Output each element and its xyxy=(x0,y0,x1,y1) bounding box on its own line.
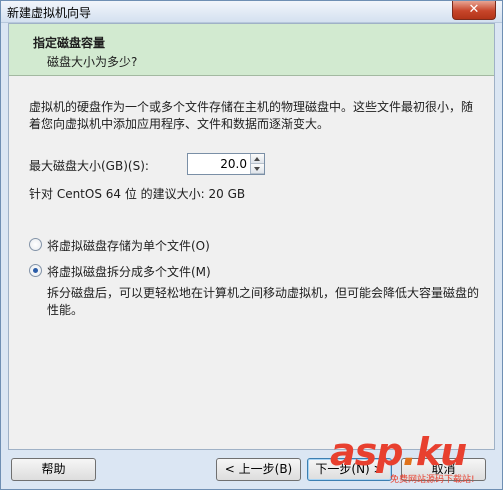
disk-size-stepper[interactable] xyxy=(187,153,265,175)
close-button[interactable]: ✕ xyxy=(452,1,496,20)
stepper-down-button[interactable] xyxy=(251,164,264,174)
recommended-size: 针对 CentOS 64 位 的建议大小: 20 GB xyxy=(29,187,246,201)
arrow-up-icon xyxy=(254,157,260,161)
radio-single-file-label: 将虚拟磁盘存储为单个文件(O) xyxy=(47,239,210,253)
window-title: 新建虚拟机向导 xyxy=(7,6,92,20)
radio-split-files-label: 将虚拟磁盘拆分成多个文件(M) xyxy=(47,265,211,279)
stepper-up-button[interactable] xyxy=(251,154,264,164)
next-button[interactable]: 下一步(N) > xyxy=(307,458,392,481)
disk-description: 虚拟机的硬盘作为一个或多个文件存储在主机的物理磁盘中。这些文件最初很小，随着您向… xyxy=(29,100,474,131)
wizard-header: 指定磁盘容量 磁盘大小为多少? xyxy=(9,24,494,76)
cancel-button[interactable]: 取消 xyxy=(401,458,486,481)
disk-size-input[interactable] xyxy=(188,154,250,174)
title-bar[interactable]: 新建虚拟机向导 ✕ xyxy=(1,1,502,23)
wizard-window: 新建虚拟机向导 ✕ 指定磁盘容量 磁盘大小为多少? 虚拟机的硬盘作为一个或多个文… xyxy=(0,0,503,490)
help-button[interactable]: 帮助 xyxy=(11,458,96,481)
back-button[interactable]: < 上一步(B) xyxy=(216,458,301,481)
stepper-buttons xyxy=(250,154,264,174)
radio-button-icon[interactable] xyxy=(29,238,42,251)
wizard-content: 指定磁盘容量 磁盘大小为多少? 虚拟机的硬盘作为一个或多个文件存储在主机的物理磁… xyxy=(8,23,495,450)
radio-button-selected-icon[interactable] xyxy=(29,264,42,277)
arrow-down-icon xyxy=(254,167,260,171)
page-subtitle: 磁盘大小为多少? xyxy=(47,55,138,69)
page-title: 指定磁盘容量 xyxy=(33,36,106,50)
disk-size-label: 最大磁盘大小(GB)(S): xyxy=(29,159,149,173)
split-option-description: 拆分磁盘后，可以更轻松地在计算机之间移动虚拟机，但可能会降低大容量磁盘的性能。 xyxy=(47,286,480,317)
wizard-footer: 帮助 < 上一步(B) 下一步(N) > 取消 xyxy=(8,450,495,485)
close-icon: ✕ xyxy=(468,2,480,17)
